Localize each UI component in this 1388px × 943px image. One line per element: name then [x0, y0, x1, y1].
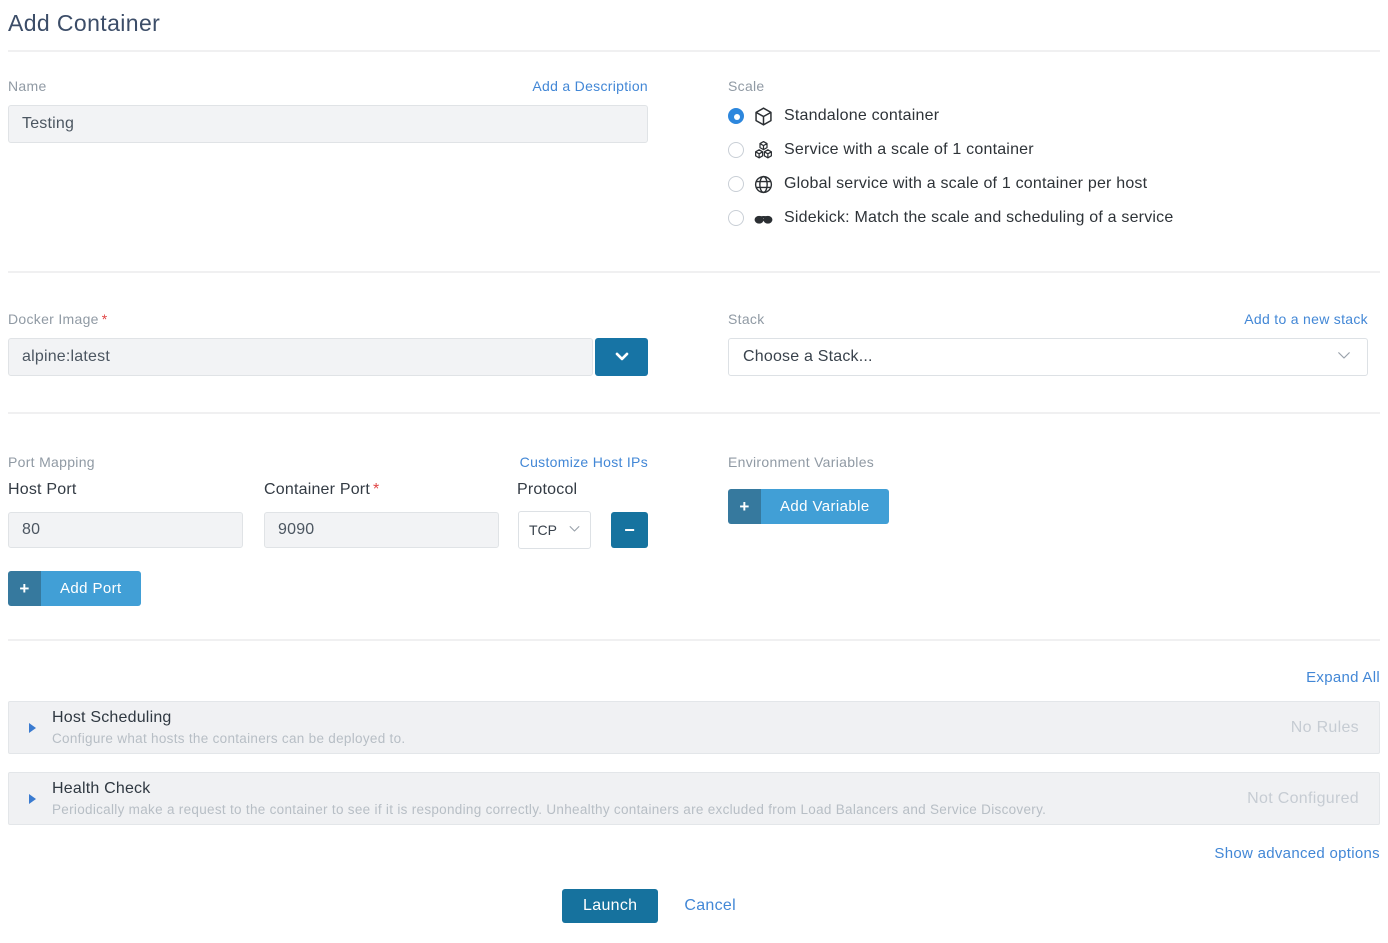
add-variable-label: Add Variable	[761, 489, 889, 524]
host-port-input[interactable]	[8, 512, 243, 548]
add-port-button[interactable]: + Add Port	[8, 571, 141, 606]
cube-icon	[753, 106, 774, 127]
minus-icon: −	[624, 521, 635, 539]
radio-standalone[interactable]	[728, 108, 744, 124]
section-image-stack: Docker Image* Stack Add to a new stack	[8, 311, 1380, 376]
panel-title: Host Scheduling	[52, 709, 405, 727]
section-name-scale: Name Add a Description Scale Standalone …	[8, 78, 1380, 241]
scale-option-label: Service with a scale of 1 container	[784, 141, 1034, 159]
host-scheduling-panel[interactable]: Host Scheduling Configure what hosts the…	[8, 701, 1380, 754]
docker-image-input[interactable]	[8, 338, 593, 376]
add-variable-button[interactable]: + Add Variable	[728, 489, 889, 524]
container-port-input[interactable]	[264, 512, 499, 548]
section-divider	[8, 271, 1380, 273]
scale-option-label: Standalone container	[784, 107, 939, 125]
section-ports-env: Port Mapping Customize Host IPs Host Por…	[8, 454, 1380, 606]
plus-icon: +	[728, 489, 761, 524]
launch-button[interactable]: Launch	[562, 889, 658, 923]
chevron-down-icon	[1335, 346, 1353, 369]
add-port-label: Add Port	[41, 571, 141, 606]
panel-description: Configure what hosts the containers can …	[52, 731, 405, 746]
panel-description: Periodically make a request to the conta…	[52, 802, 1046, 817]
name-input[interactable]	[8, 105, 648, 143]
required-asterisk: *	[373, 481, 379, 498]
chevron-down-icon	[567, 521, 582, 539]
stack-select-value: Choose a Stack...	[743, 348, 873, 366]
show-advanced-options-link[interactable]: Show advanced options	[1214, 845, 1380, 862]
stack-select[interactable]: Choose a Stack...	[728, 338, 1368, 376]
scale-option-sidekick[interactable]: Sidekick: Match the scale and scheduling…	[728, 207, 1368, 229]
required-asterisk: *	[102, 311, 108, 327]
protocol-select[interactable]: TCP	[518, 511, 591, 549]
protocol-label: Protocol	[517, 481, 577, 499]
add-container-form: Add Container Name Add a Description Sca…	[0, 0, 1388, 943]
expand-triangle-icon[interactable]	[29, 723, 36, 733]
stack-label: Stack	[728, 311, 765, 327]
scale-option-label: Global service with a scale of 1 contain…	[784, 175, 1147, 193]
remove-port-button[interactable]: −	[611, 512, 648, 548]
panel-title: Health Check	[52, 780, 1046, 798]
radio-service[interactable]	[728, 142, 744, 158]
port-mapping-label: Port Mapping	[8, 454, 95, 470]
mask-icon	[753, 208, 774, 229]
title-divider	[8, 50, 1380, 52]
expand-all-link[interactable]: Expand All	[1306, 669, 1380, 686]
customize-host-ips-link[interactable]: Customize Host IPs	[520, 454, 648, 470]
protocol-select-value: TCP	[529, 522, 557, 538]
host-port-label: Host Port	[8, 481, 264, 499]
add-description-link[interactable]: Add a Description	[532, 78, 648, 94]
cubes-icon	[753, 140, 774, 161]
plus-icon: +	[8, 571, 41, 606]
expand-triangle-icon[interactable]	[29, 794, 36, 804]
add-new-stack-link[interactable]: Add to a new stack	[1244, 311, 1368, 327]
chevron-down-icon	[612, 346, 632, 369]
port-mapping-row: TCP −	[8, 511, 648, 549]
container-port-label: Container Port*	[264, 481, 517, 499]
globe-icon	[753, 174, 774, 195]
docker-image-dropdown-button[interactable]	[595, 338, 648, 376]
section-divider	[8, 639, 1380, 641]
docker-image-label: Docker Image*	[8, 311, 108, 327]
scale-option-label: Sidekick: Match the scale and scheduling…	[784, 209, 1173, 227]
health-check-panel[interactable]: Health Check Periodically make a request…	[8, 772, 1380, 825]
cancel-button[interactable]: Cancel	[684, 897, 736, 915]
scale-option-service[interactable]: Service with a scale of 1 container	[728, 139, 1368, 161]
environment-variables-label: Environment Variables	[728, 454, 874, 470]
section-divider	[8, 412, 1380, 414]
radio-global[interactable]	[728, 176, 744, 192]
scale-label: Scale	[728, 78, 765, 94]
name-label: Name	[8, 78, 47, 94]
page-title: Add Container	[8, 10, 1380, 37]
scale-option-global[interactable]: Global service with a scale of 1 contain…	[728, 173, 1368, 195]
scale-option-standalone[interactable]: Standalone container	[728, 105, 1368, 127]
radio-sidekick[interactable]	[728, 210, 744, 226]
footer-actions: Launch Cancel	[8, 889, 1380, 923]
panel-status: No Rules	[1267, 719, 1359, 737]
panel-status: Not Configured	[1223, 790, 1359, 808]
